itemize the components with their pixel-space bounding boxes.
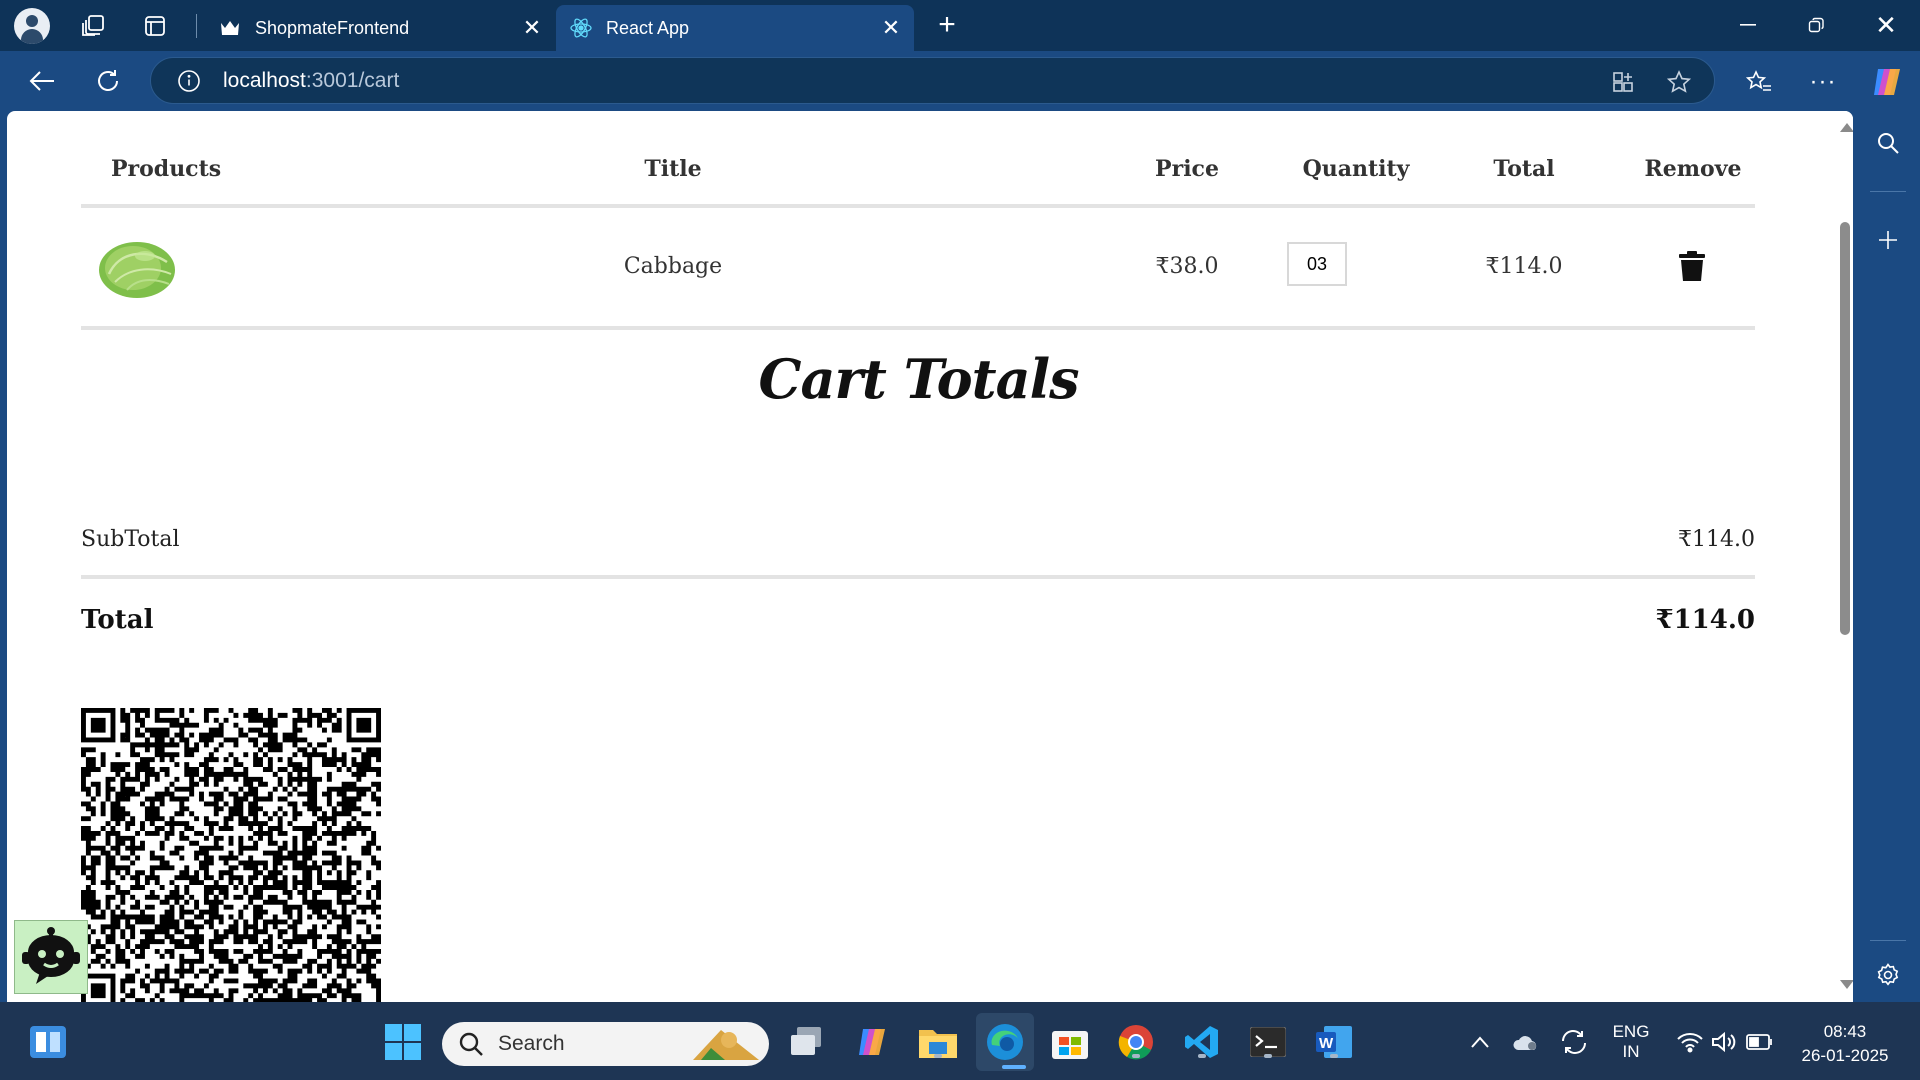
avatar-icon [14,8,50,44]
cart-table: Products Title Price Quantity Total Remo… [81,111,1755,330]
trash-icon[interactable] [1679,251,1705,281]
cabbage-image [99,242,175,298]
microsoft-store-icon[interactable] [1050,1022,1090,1062]
app-available-icon[interactable] [1608,67,1638,97]
react-icon [570,17,592,39]
volume-icon[interactable] [1704,1022,1744,1062]
item-price: ₹38.0 [1155,254,1219,279]
favorites-icon[interactable] [1742,65,1776,99]
edge-sidebar [1856,111,1920,1001]
add-icon[interactable] [1873,225,1903,255]
close-icon[interactable]: ✕ [876,13,906,43]
site-info-icon[interactable] [175,67,203,95]
favorite-star-icon[interactable] [1664,67,1694,97]
header-total: Total [1493,156,1555,182]
battery-icon[interactable] [1740,1022,1780,1062]
profile-button[interactable] [12,7,52,45]
refresh-icon[interactable] [90,63,126,99]
sync-icon[interactable] [1554,1022,1594,1062]
language-code: ENG [1612,1022,1650,1041]
chatbot-button[interactable] [14,920,88,994]
file-explorer-icon[interactable] [918,1022,958,1062]
payment-qr-code [81,708,381,1002]
chrome-icon[interactable] [1116,1022,1156,1062]
windows-start-icon[interactable] [383,1022,423,1062]
total-label: Total [81,605,154,635]
region-code: IN [1622,1042,1640,1061]
minimize-icon[interactable] [1730,10,1766,40]
terminal-icon[interactable] [1248,1022,1288,1062]
header-quantity: Quantity [1302,156,1410,182]
back-arrow-icon[interactable] [24,63,60,99]
subtotal-value: ₹114.0 [1678,527,1755,552]
sidebar-divider [1870,940,1906,941]
tab-separator [196,14,197,38]
window-close-icon[interactable]: ✕ [1868,10,1904,40]
tab-shopmate[interactable]: ShopmateFrontend ✕ [205,5,555,51]
time-text: 08:43 [1823,1022,1867,1041]
crown-icon [219,17,241,39]
scroll-down-arrow-icon[interactable] [1840,980,1853,989]
item-title: Cabbage [623,254,723,279]
svg-text:W: W [1319,1035,1334,1052]
page-content: Products Title Price Quantity Total Remo… [7,111,1853,1002]
subtotal-label: SubTotal [81,527,180,552]
new-tab-icon[interactable]: + [930,8,964,42]
vscode-icon[interactable] [1182,1022,1222,1062]
running-indicator [1330,1054,1338,1058]
subtotal-row: SubTotal ₹114.0 [81,511,1755,579]
widgets-icon[interactable] [28,1022,68,1062]
url-text: localhost:3001/cart [223,68,400,92]
header-price: Price [1155,156,1219,182]
table-row: Cabbage ₹38.0 03 ₹114.0 [81,208,1755,330]
search-icon [459,1032,483,1056]
copilot-icon[interactable] [1868,63,1906,101]
date-text: 26-01-2025 [1801,1046,1889,1065]
search-icon[interactable] [1873,128,1903,158]
tab-title: ShopmateFrontend [255,17,410,38]
running-indicator [1132,1054,1140,1058]
task-view-icon[interactable] [786,1022,826,1062]
sidebar-divider [1870,191,1906,192]
toolbar: localhost:3001/cart ··· [0,51,1920,111]
cart-totals-heading: Cart Totals [758,347,1079,411]
robot-icon [22,927,80,984]
item-total: ₹114.0 [1485,254,1563,279]
restore-icon[interactable] [1798,10,1834,40]
close-icon[interactable]: ✕ [517,13,547,43]
running-indicator [1198,1054,1206,1058]
tab-bar: ShopmateFrontend ✕ React App ✕ + ✕ [0,0,1920,51]
search-highlight-icon [693,1030,759,1060]
header-title: Title [644,156,702,182]
tab-title: React App [606,17,690,38]
tab-react-app[interactable]: React App ✕ [556,5,914,51]
header-remove: Remove [1644,156,1742,182]
clock[interactable]: 08:43 26-01-2025 [1790,1020,1900,1068]
settings-gear-icon[interactable] [1873,960,1903,990]
total-row: Total ₹114.0 [81,591,1755,651]
total-value: ₹114.0 [1655,605,1755,635]
taskbar-search[interactable]: Search [442,1022,769,1066]
scroll-up-arrow-icon[interactable] [1840,123,1853,132]
copilot-app-icon[interactable] [852,1022,892,1062]
vertical-tabs-icon[interactable] [140,11,170,41]
workspaces-icon[interactable] [78,11,108,41]
running-indicator [1264,1054,1272,1058]
language-indicator[interactable]: ENG IN [1600,1022,1662,1062]
word-icon[interactable]: W [1314,1022,1354,1062]
table-header: Products Title Price Quantity Total Remo… [81,111,1755,208]
onedrive-icon[interactable] [1506,1022,1546,1062]
active-indicator [1002,1065,1026,1069]
edge-browser-icon[interactable] [985,1022,1026,1069]
running-indicator [934,1054,942,1058]
quantity-input[interactable]: 03 [1287,242,1347,286]
address-bar[interactable]: localhost:3001/cart [150,57,1715,104]
scrollbar[interactable] [1836,111,1853,1002]
taskbar: Search W ENG IN 08:43 26-01-2025 [0,1002,1920,1080]
header-products: Products [111,156,222,182]
scrollbar-thumb[interactable] [1840,222,1850,635]
more-options-icon[interactable]: ··· [1806,65,1840,99]
search-placeholder: Search [498,1032,565,1055]
chevron-up-icon[interactable] [1460,1022,1500,1062]
